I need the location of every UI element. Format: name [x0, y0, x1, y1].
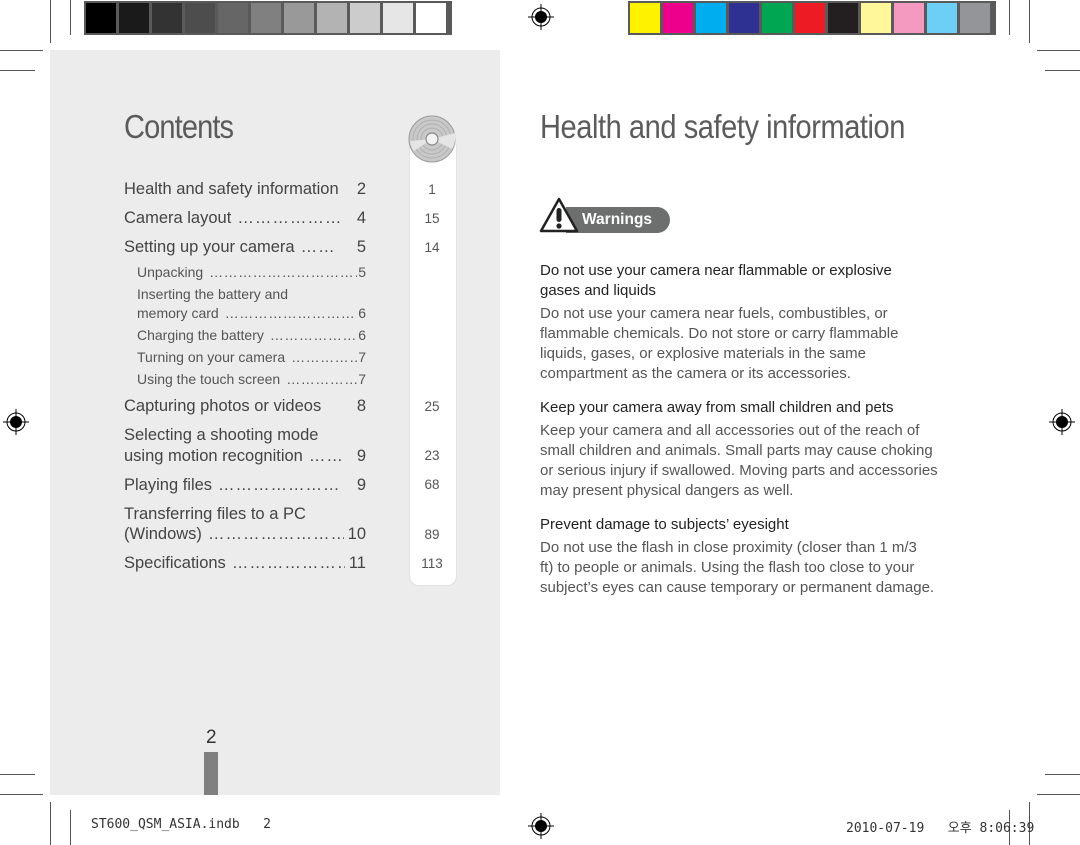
section-heading: Prevent damage to subjects’ eyesight	[540, 516, 789, 533]
page-reference: 23	[424, 448, 440, 463]
crop-mark	[0, 774, 35, 775]
slug-timestamp: 2010-07-19 오후 8:06:39	[846, 821, 1035, 836]
toc-page-number: 2	[356, 180, 366, 198]
color-swatch	[960, 3, 990, 33]
color-swatch	[251, 3, 281, 33]
color-swatch	[86, 3, 116, 33]
page-title: Health and safety information	[540, 108, 905, 145]
page-reference: 14	[424, 240, 440, 255]
toc-page-number: 5	[356, 238, 366, 256]
page-number: 2	[206, 727, 217, 748]
toc-entry[interactable]: Health and safety information 2	[124, 180, 366, 199]
toc-entry[interactable]: Capturing photos or videos 8	[124, 397, 366, 416]
crop-mark	[50, 0, 51, 43]
section-heading: Do not use your camera near flammable or…	[540, 262, 892, 299]
page-reference: 113	[421, 556, 443, 571]
color-swatch	[350, 3, 380, 33]
toc-page-number: 8	[356, 397, 366, 415]
page-reference: 89	[424, 527, 440, 542]
disc-icon	[408, 115, 456, 163]
warnings-badge: Warnings	[566, 207, 670, 233]
color-swatch	[152, 3, 182, 33]
color-swatch	[119, 3, 149, 33]
color-swatch	[696, 3, 726, 33]
registration-mark-icon	[1049, 409, 1075, 435]
toc-subentry[interactable]: Using the touch screen…………………7	[137, 371, 366, 387]
registration-mark-icon	[3, 409, 29, 435]
process-color-bar	[628, 1, 996, 35]
toc-subentry[interactable]: Turning on your camera…………………7	[137, 349, 366, 365]
crop-mark	[1029, 0, 1030, 43]
section-body: Do not use the flash in close proximity …	[540, 539, 935, 596]
color-swatch	[284, 3, 314, 33]
color-swatch	[795, 3, 825, 33]
crop-mark	[1009, 0, 1010, 35]
color-swatch	[762, 3, 792, 33]
color-swatch	[383, 3, 413, 33]
crop-mark	[0, 794, 43, 795]
page-tab-marker	[204, 752, 218, 795]
color-swatch	[663, 3, 693, 33]
toc-subentry[interactable]: Charging the battery……………………6	[137, 327, 366, 343]
toc-page-number: 9	[356, 447, 366, 465]
toc-subentry[interactable]: memory card……………………………6	[137, 305, 366, 321]
registration-mark-icon	[528, 4, 554, 30]
toc-subentry[interactable]: Unpacking……………………………………5	[137, 264, 366, 280]
section-body: Keep your camera and all accessories out…	[540, 422, 938, 499]
toc-subentry-line1[interactable]: Inserting the battery and	[137, 286, 366, 302]
crop-mark	[1037, 794, 1080, 795]
color-swatch	[317, 3, 347, 33]
page-reference: 1	[428, 182, 436, 197]
crop-mark	[70, 0, 71, 35]
toc-page-number: 11	[348, 554, 366, 572]
toc-entry[interactable]: using motion recognition…… 9	[124, 447, 366, 466]
section-body: Do not use your camera near fuels, combu…	[540, 305, 899, 382]
page-reference: 68	[424, 477, 440, 492]
toc-entry[interactable]: Specifications……………………11	[124, 554, 366, 573]
page-reference: 25	[424, 399, 440, 414]
grayscale-color-bar	[84, 1, 452, 35]
crop-mark	[70, 810, 71, 845]
color-swatch	[894, 3, 924, 33]
toc-entry-line1[interactable]: Selecting a shooting mode	[124, 426, 366, 445]
crop-mark	[1045, 70, 1080, 71]
toc-page-number: 4	[356, 209, 366, 227]
color-swatch	[828, 3, 858, 33]
color-swatch	[927, 3, 957, 33]
color-swatch	[416, 3, 446, 33]
toc-page-number: 9	[356, 476, 366, 494]
warning-triangle-icon	[539, 197, 579, 233]
crop-mark	[50, 802, 51, 845]
crop-mark	[0, 70, 35, 71]
color-swatch	[218, 3, 248, 33]
color-swatch	[630, 3, 660, 33]
toc-page-number: 10	[347, 525, 366, 543]
color-swatch	[185, 3, 215, 33]
crop-mark	[1037, 50, 1080, 51]
toc-entry[interactable]: Setting up your camera…… 5	[124, 238, 366, 257]
toc-entry[interactable]: Camera layout……………… 4	[124, 209, 366, 228]
registration-mark-icon	[528, 813, 554, 839]
contents-title: Contents	[124, 108, 234, 145]
crop-mark	[1045, 774, 1080, 775]
toc-entry[interactable]: Playing files………………… 9	[124, 476, 366, 495]
color-swatch	[729, 3, 759, 33]
toc-entry[interactable]: (Windows)……………………………10	[124, 525, 366, 544]
color-swatch	[861, 3, 891, 33]
slug-filename: ST600_QSM_ASIA.indb 2	[91, 817, 272, 832]
toc-entry-line1[interactable]: Transferring files to a PC	[124, 505, 366, 524]
crop-mark	[0, 50, 43, 51]
page-reference: 15	[424, 211, 440, 226]
section-heading: Keep your camera away from small childre…	[540, 399, 894, 416]
